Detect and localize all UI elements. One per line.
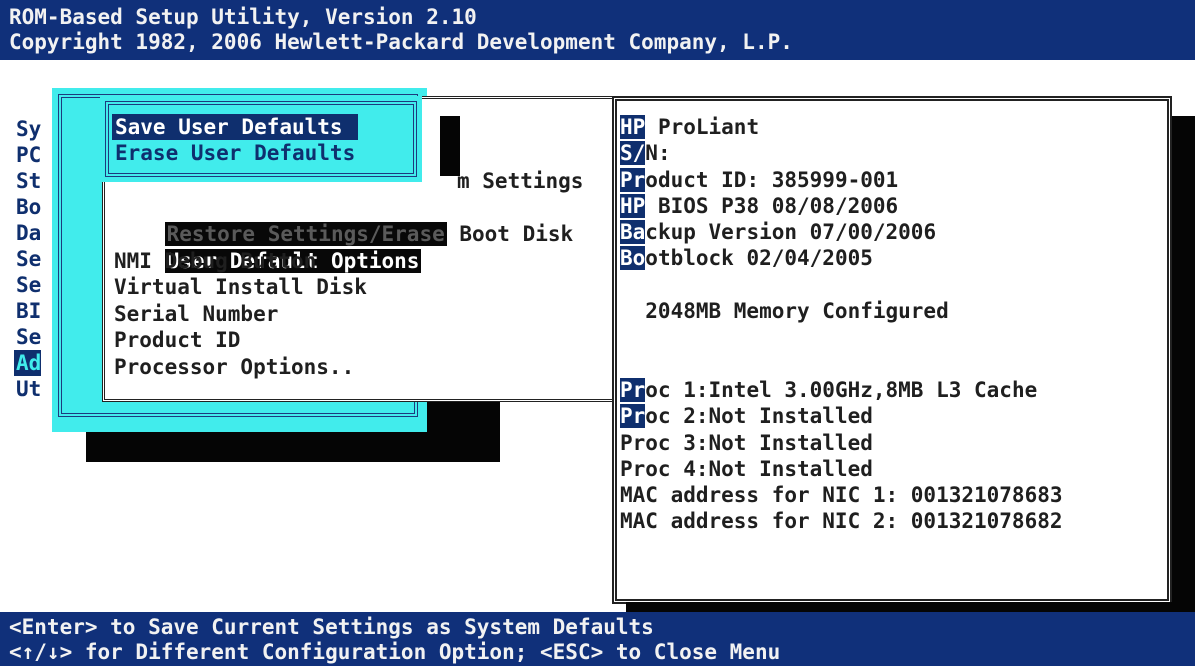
main-menu-item[interactable]: Se: [14, 324, 41, 350]
main-menu-item-selected[interactable]: Ad: [14, 350, 41, 376]
submenu-items: m Settings Restore Settings/Erase Boot D…: [112, 168, 583, 381]
submenu-item-tail: Boot Disk: [446, 222, 574, 246]
info-line-mac-2: MAC address for NIC 2: 001321078682: [620, 509, 1063, 534]
submenu-item-virtual-install-disk[interactable]: Virtual Install Disk: [112, 274, 575, 301]
info-line-model: HP ProLiant: [620, 115, 760, 139]
info-line-backup-version: Backup Version 07/00/2006: [620, 220, 937, 245]
info-line-proc-2: Proc 2:Not Installed: [620, 404, 873, 429]
system-info-lines: HP ProLiant S/N: Product ID: 385999-001 …: [620, 114, 1063, 535]
footer-help-bar: <Enter> to Save Current Settings as Syst…: [0, 612, 1195, 666]
main-menu-item[interactable]: Se: [14, 246, 41, 272]
info-line-proc-4: Proc 4:Not Installed: [620, 456, 873, 481]
popup-items: Save User Defaults Erase User Defaults: [112, 114, 359, 166]
help-line-navigation: <↑/↓> for Different Configuration Option…: [9, 640, 781, 664]
submenu-item-processor-options[interactable]: Processor Options..: [112, 354, 575, 381]
info-line-bootblock: Bootblock 02/04/2005: [620, 246, 873, 271]
submenu-item-serial-number[interactable]: Serial Number: [112, 301, 575, 328]
copyright-line: Copyright 1982, 2006 Hewlett-Packard Dev…: [9, 30, 793, 54]
submenu-item-restore-settings[interactable]: Restore Settings/Erase Boot Disk: [112, 195, 575, 246]
header-bar: ROM-Based Setup Utility, Version 2.10 Co…: [0, 0, 1195, 60]
main-menu-items: Sy PC St Bo Da Se Se BI Se Ad Ut: [14, 116, 41, 402]
info-line-mac-1: MAC address for NIC 1: 001321078683: [620, 483, 1063, 508]
submenu-item-label: Restore Settings/Erase: [164, 222, 447, 246]
utility-title: ROM-Based Setup Utility, Version 2.10: [9, 5, 477, 29]
info-panel-shadow: [1172, 116, 1195, 610]
main-menu-item[interactable]: Se: [14, 272, 41, 298]
main-menu-item[interactable]: St: [14, 168, 41, 194]
info-line-serial: S/N:: [620, 141, 671, 166]
info-line-product-id: Product ID: 385999-001: [620, 167, 899, 192]
main-menu-item[interactable]: Bo: [14, 194, 41, 220]
info-panel-bottom-shadow: [626, 602, 1195, 612]
info-line-proc-3: Proc 3:Not Installed: [620, 430, 873, 455]
main-menu-item[interactable]: Ut: [14, 376, 41, 402]
info-line-proc-1: Proc 1:Intel 3.00GHz,8MB L3 Cache: [620, 377, 1038, 402]
main-menu-item[interactable]: Sy: [14, 116, 41, 142]
erase-user-defaults-option[interactable]: Erase User Defaults: [112, 140, 358, 166]
main-menu-item[interactable]: BI: [14, 298, 41, 324]
main-menu-item[interactable]: PC: [14, 142, 41, 168]
info-line-bios: HP BIOS P38 08/08/2006: [620, 193, 899, 218]
submenu-item-product-id[interactable]: Product ID: [112, 327, 575, 354]
info-line-memory: 2048MB Memory Configured: [620, 299, 949, 324]
save-user-defaults-option[interactable]: Save User Defaults: [112, 114, 359, 140]
help-line-enter: <Enter> to Save Current Settings as Syst…: [9, 615, 654, 639]
submenu-shadow: [440, 116, 460, 176]
submenu-item-tail: m Settings: [457, 169, 584, 193]
main-menu-item[interactable]: Da: [14, 220, 41, 246]
